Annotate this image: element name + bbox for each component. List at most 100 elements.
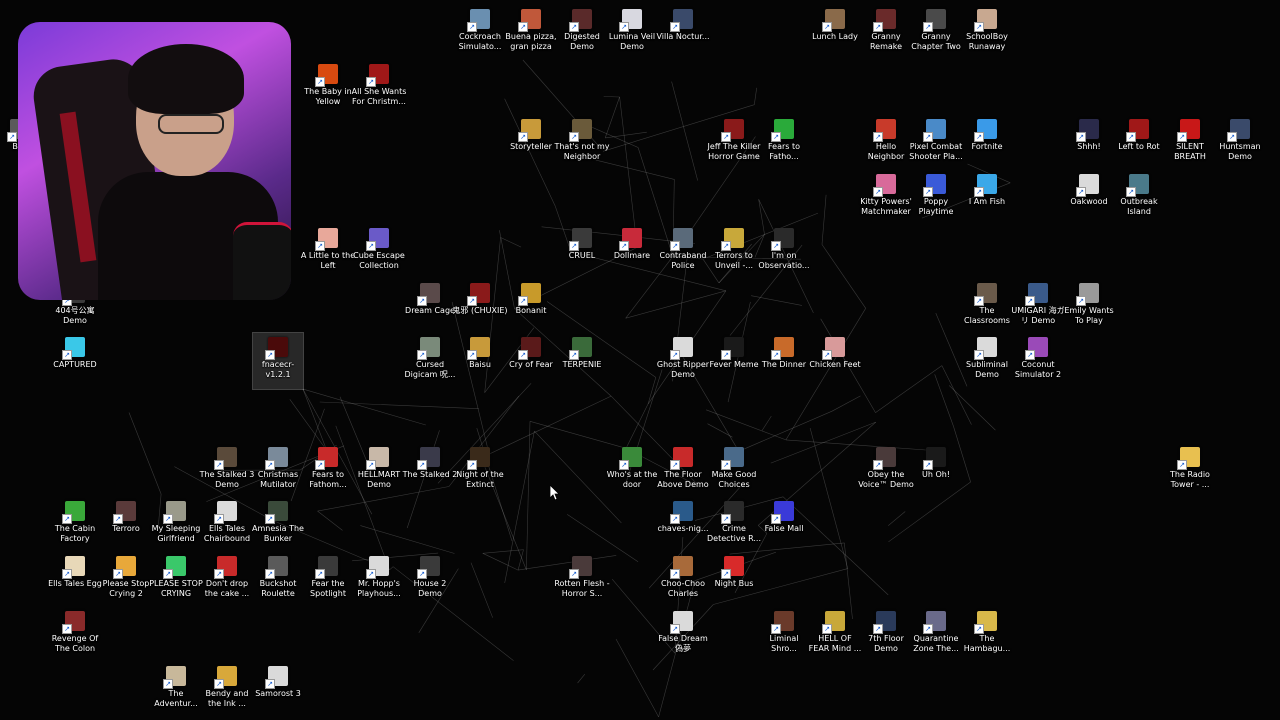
desktop-shortcut[interactable]: ↗ Lunch Lady <box>810 5 860 61</box>
desktop-shortcut[interactable]: ↗ Ells Tales Chairbound <box>202 497 252 553</box>
desktop-shortcut[interactable]: ↗ Left to Rot <box>1114 115 1164 171</box>
desktop-shortcut[interactable]: ↗ Quarantine Zone The... <box>911 607 961 663</box>
desktop-shortcut[interactable]: ↗ Dollmare <box>607 224 657 280</box>
desktop-shortcut[interactable]: ↗ Kitty Powers' Matchmaker <box>860 170 912 226</box>
desktop-shortcut[interactable]: ↗ The Adventur... <box>151 662 201 718</box>
desktop-shortcut[interactable]: ↗ Ells Tales Egg <box>48 552 102 608</box>
desktop-shortcut[interactable]: ↗ I Am Fish <box>962 170 1012 226</box>
desktop-shortcut[interactable]: ↗ PLEASE STOP CRYING <box>149 552 203 608</box>
desktop-shortcut[interactable]: ↗ Storyteller <box>506 115 556 171</box>
desktop-shortcut[interactable]: ↗ Contraband Police <box>658 224 708 280</box>
desktop-shortcut[interactable]: ↗ Emily Wants To Play <box>1064 279 1114 335</box>
desktop-shortcut[interactable]: ↗ SchoolBoy Runaway <box>962 5 1012 61</box>
desktop-shortcut[interactable]: ↗ Ghost Ripper Demo <box>657 333 709 389</box>
desktop-shortcut[interactable]: ↗ Don't drop the cake ... <box>202 552 252 608</box>
desktop-shortcut[interactable]: ↗ Please Stop Crying 2 <box>101 552 151 608</box>
desktop-shortcut[interactable]: ↗ The Classrooms <box>962 279 1012 335</box>
desktop-shortcut[interactable]: ↗ Uh Oh! <box>911 443 961 499</box>
desktop-shortcut[interactable]: ↗ Crime Detective R... <box>707 497 761 553</box>
desktop-shortcut[interactable]: ↗ Coconut Simulator 2 <box>1013 333 1063 389</box>
desktop-shortcut[interactable]: ↗ House 2 Demo <box>405 552 455 608</box>
desktop-shortcut[interactable]: ↗ UMIGARI 海ガリ Demo <box>1011 279 1065 335</box>
desktop-shortcut[interactable]: ↗ Make Good Choices <box>709 443 759 499</box>
desktop-shortcut[interactable]: ↗ Terrors to Unveil -... <box>709 224 759 280</box>
shortcut-arrow-icon: ↗ <box>873 22 883 32</box>
desktop-shortcut[interactable]: ↗ Night Bus <box>709 552 759 608</box>
desktop-shortcut[interactable]: ↗ Amnesia The Bunker <box>252 497 304 553</box>
desktop-shortcut[interactable]: ↗ Cursed Digicam 呪... <box>405 333 455 389</box>
desktop-shortcut[interactable]: ↗ The Dinner <box>759 333 809 389</box>
desktop-shortcut[interactable]: ↗ That's not my Neighbor <box>554 115 610 171</box>
desktop-shortcut[interactable]: ↗ Dream Cage <box>405 279 455 335</box>
desktop-shortcut[interactable]: ↗ Fever Meme <box>709 333 759 389</box>
desktop-shortcut[interactable]: ↗ chaves-nig... <box>657 497 709 553</box>
desktop-shortcut[interactable]: ↗ Night of the Extinct <box>455 443 505 499</box>
desktop-shortcut[interactable]: ↗ Cry of Fear <box>506 333 556 389</box>
desktop-shortcut[interactable]: ↗ Obey the Voice™ Demo <box>858 443 914 499</box>
desktop-shortcut[interactable]: ↗ Shhh! <box>1064 115 1114 171</box>
shortcut-arrow-icon: ↗ <box>163 569 173 579</box>
shortcut-label: The Floor Above Demo <box>657 470 709 489</box>
desktop-shortcut[interactable]: ↗ 7th Floor Demo <box>861 607 911 663</box>
desktop-shortcut[interactable]: ↗ Poppy Playtime <box>911 170 961 226</box>
desktop-shortcut[interactable]: ↗ The Stalked 3 Demo <box>200 443 254 499</box>
desktop-shortcut[interactable]: ↗ Fears to Fatho... <box>759 115 809 171</box>
desktop-shortcut[interactable]: ↗ CAPTURED <box>50 333 100 389</box>
desktop-shortcut[interactable]: ↗ fnacecr-v1.2.1 <box>252 332 304 390</box>
desktop-shortcut[interactable]: ↗ Revenge Of The Colon <box>50 607 100 663</box>
desktop-shortcut[interactable]: ↗ Hello Neighbor <box>861 115 911 171</box>
desktop-shortcut[interactable]: ↗ Outbreak Island <box>1114 170 1164 226</box>
desktop-shortcut[interactable]: ↗ Subliminal Demo <box>962 333 1012 389</box>
desktop-shortcut[interactable]: ↗ SILENT BREATH <box>1165 115 1215 171</box>
desktop-shortcut[interactable]: ↗ TERPENIE <box>557 333 607 389</box>
desktop-shortcut[interactable]: ↗ A Little to the Left <box>301 224 355 280</box>
desktop-shortcut[interactable]: ↗ HELL OF FEAR Mind ... <box>809 607 861 663</box>
desktop-shortcut[interactable]: ↗ Terroro <box>101 497 151 553</box>
desktop-shortcut[interactable]: ↗ Fortnite <box>962 115 1012 171</box>
desktop-shortcut[interactable]: ↗ The Baby in Yellow <box>303 60 353 116</box>
desktop-shortcut[interactable]: ↗ Huntsman Demo <box>1215 115 1265 171</box>
desktop-shortcut[interactable]: ↗ The Hambagu... <box>962 607 1012 663</box>
shortcut-app-icon: ↗ <box>923 9 946 32</box>
desktop-shortcut[interactable]: ↗ Christmas Mutilator <box>253 443 303 499</box>
desktop-shortcut[interactable]: ↗ The Radio Tower - ... <box>1165 443 1215 499</box>
desktop-shortcut[interactable]: ↗ Digested Demo <box>557 5 607 61</box>
desktop-shortcut[interactable]: ↗ HELLMART Demo <box>354 443 404 499</box>
desktop-shortcut[interactable]: ↗ Buckshot Roulette <box>253 552 303 608</box>
shortcut-arrow-icon: ↗ <box>113 569 123 579</box>
desktop-shortcut[interactable]: ↗ Oakwood <box>1064 170 1114 226</box>
desktop-shortcut[interactable]: ↗ Lumina Veil Demo <box>607 5 657 61</box>
shortcut-arrow-icon: ↗ <box>873 460 883 470</box>
desktop-shortcut[interactable]: ↗ Fears to Fathom... <box>303 443 353 499</box>
desktop-shortcut[interactable]: ↗ 鬼邪 (CHUXIE) <box>452 279 508 335</box>
desktop-shortcut[interactable]: ↗ Granny Chapter Two <box>911 5 961 61</box>
desktop-shortcut[interactable]: ↗ My Sleeping Girlfriend <box>151 497 201 553</box>
desktop-shortcut[interactable]: ↗ Bonanit <box>506 279 556 335</box>
desktop-shortcut[interactable]: ↗ Rotten Flesh - Horror S... <box>554 552 610 608</box>
desktop-shortcut[interactable]: ↗ Who's at the door <box>607 443 657 499</box>
desktop-shortcut[interactable]: ↗ Pixel Combat Shooter Pla... <box>909 115 963 171</box>
desktop-shortcut[interactable]: ↗ False Mall <box>759 497 809 553</box>
desktop-shortcut[interactable]: ↗ False Dream 偽夢 <box>658 607 708 663</box>
desktop-shortcut[interactable]: ↗ Villa Noctur... <box>656 5 710 61</box>
desktop-shortcut[interactable]: ↗ The Cabin Factory <box>50 497 100 553</box>
desktop-shortcut[interactable]: ↗ Buena pizza, gran pizza <box>505 5 557 61</box>
desktop-shortcut[interactable]: ↗ Samorost 3 <box>253 662 303 718</box>
shortcut-arrow-icon: ↗ <box>569 241 579 251</box>
desktop-shortcut[interactable]: ↗ The Stalked 2 <box>403 443 457 499</box>
desktop-shortcut[interactable]: ↗ Granny Remake <box>861 5 911 61</box>
desktop-shortcut[interactable]: ↗ The Floor Above Demo <box>657 443 709 499</box>
desktop-shortcut[interactable]: ↗ Cockroach Simulato... <box>455 5 505 61</box>
desktop-shortcut[interactable]: ↗ CRUEL <box>557 224 607 280</box>
desktop-shortcut[interactable]: ↗ All She Wants For Christm... <box>352 60 406 116</box>
desktop-shortcut[interactable]: ↗ Chicken Feet <box>809 333 861 389</box>
desktop-shortcut[interactable]: ↗ Mr. Hopp's Playhous... <box>354 552 404 608</box>
desktop-shortcut[interactable]: ↗ Fear the Spotlight <box>303 552 353 608</box>
desktop-shortcut[interactable]: ↗ Bendy and the Ink ... <box>202 662 252 718</box>
desktop-shortcut[interactable]: ↗ I'm on Observatio... <box>758 224 810 280</box>
desktop-shortcut[interactable]: ↗ Choo-Choo Charles <box>658 552 708 608</box>
desktop-shortcut[interactable]: ↗ Jeff The Killer Horror Game <box>708 115 760 171</box>
desktop-shortcut[interactable]: ↗ Liminal Shro... <box>759 607 809 663</box>
desktop-shortcut[interactable]: ↗ Baisu <box>455 333 505 389</box>
desktop-shortcut[interactable]: ↗ Cube Escape Collection <box>353 224 405 280</box>
